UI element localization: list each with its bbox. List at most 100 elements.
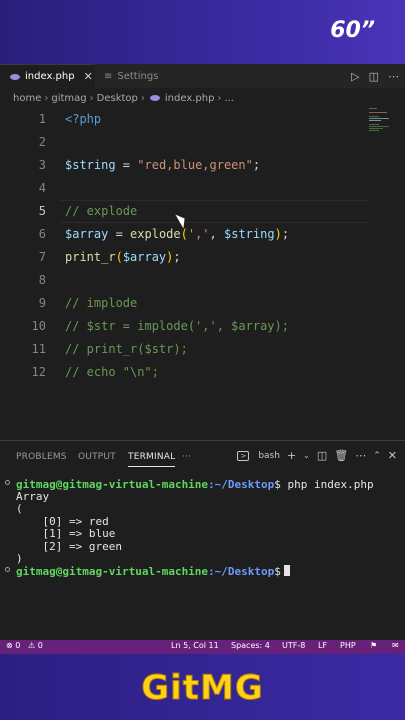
- code-token: $string: [65, 158, 116, 172]
- tab-output[interactable]: OUTPUT: [78, 452, 116, 462]
- more-actions-icon[interactable]: ⋯: [355, 449, 366, 462]
- code-token: ;: [281, 227, 290, 241]
- notifications-icon[interactable]: ✉: [392, 641, 399, 650]
- tab-label: index.php: [25, 71, 75, 82]
- code-line: 7 print_r($array);: [0, 246, 405, 269]
- tab-label: Settings: [117, 70, 159, 82]
- code-editor[interactable]: 1 <?php 2 3 $string = "red,blue,green"; …: [0, 108, 405, 440]
- terminal-icon[interactable]: >: [237, 450, 250, 461]
- line-number: 4: [38, 181, 46, 195]
- code-token: =: [115, 158, 138, 172]
- feedback-icon[interactable]: ⚑: [370, 641, 377, 650]
- code-token: ,: [209, 227, 224, 241]
- tab-problems[interactable]: PROBLEMS: [16, 452, 67, 462]
- editor-tab-bar: index.php ✕ ≡ Settings ▷ ◫ ⋯: [0, 64, 405, 88]
- language-mode[interactable]: PHP: [340, 641, 356, 650]
- tab-index-php[interactable]: index.php ✕: [0, 64, 95, 88]
- code-text: // print_r($str);: [65, 338, 188, 361]
- trash-icon[interactable]: 🗑: [334, 449, 348, 462]
- code-token: <?php: [65, 112, 102, 126]
- command-decoration: [5, 480, 10, 485]
- terminal-line: gitmag@gitmag-virtual-machine:~/Desktop$: [16, 565, 290, 578]
- code-token: $array: [122, 250, 167, 264]
- code-token: ',': [187, 227, 210, 241]
- cursor-position[interactable]: Ln 5, Col 11: [171, 641, 219, 650]
- encoding[interactable]: UTF-8: [282, 641, 305, 650]
- code-token: // echo "\n";: [65, 365, 159, 379]
- errors-indicator[interactable]: ⊗ 0: [6, 641, 20, 650]
- line-number: 9: [38, 296, 46, 310]
- code-token: (: [115, 250, 123, 264]
- code-line: 2: [0, 131, 405, 154]
- indentation[interactable]: Spaces: 4: [231, 641, 270, 650]
- split-terminal-icon[interactable]: ◫: [317, 449, 327, 462]
- code-line-current: 5 // explode: [0, 200, 405, 223]
- breadcrumb-item[interactable]: Desktop: [97, 93, 138, 104]
- tab-settings[interactable]: ≡ Settings: [96, 64, 166, 88]
- terminal-cursor: [283, 565, 290, 576]
- breadcrumb-item[interactable]: gitmag: [51, 93, 86, 104]
- prompt-symbol: $: [274, 478, 281, 491]
- run-debug-icon[interactable]: ▷: [351, 70, 359, 83]
- code-token: $array: [65, 227, 109, 241]
- close-panel-icon[interactable]: ✕: [388, 449, 397, 462]
- code-line: 6 $array = explode(',', $string);: [0, 223, 405, 246]
- line-ending[interactable]: LF: [318, 641, 327, 650]
- code-token: =: [108, 227, 131, 241]
- terminal-line: (: [16, 502, 23, 515]
- split-editor-icon[interactable]: ◫: [369, 70, 379, 83]
- breadcrumb-item[interactable]: ...: [224, 93, 234, 104]
- more-tabs-icon[interactable]: ···: [182, 452, 191, 462]
- line-number: 2: [38, 135, 46, 149]
- prompt-path: :~/Desktop: [208, 565, 275, 578]
- code-line: 3 $string = "red,blue,green";: [0, 154, 405, 177]
- line-number: 10: [31, 319, 46, 333]
- code-text: // implode: [65, 292, 137, 315]
- terminal-output[interactable]: gitmag@gitmag-virtual-machine:~/Desktop$…: [0, 475, 405, 640]
- code-line: 12 // echo "\n";: [0, 361, 405, 384]
- panel-tab-bar: PROBLEMS OUTPUT TERMINAL ··· > bash + ⌄ …: [0, 441, 405, 475]
- code-token: // $str = implode(',', $array);: [65, 319, 289, 333]
- php-file-icon: [10, 73, 20, 80]
- top-banner: 60”: [0, 0, 405, 64]
- code-token: // explode: [65, 204, 138, 218]
- code-text: print_r($array);: [65, 246, 181, 269]
- code-line: 9 // implode: [0, 292, 405, 315]
- duration-badge: 60”: [330, 18, 375, 43]
- code-line: 10 // $str = implode(',', $array);: [0, 315, 405, 338]
- warnings-indicator[interactable]: ⚠ 0: [28, 641, 43, 650]
- line-number: 6: [38, 227, 46, 241]
- more-actions-icon[interactable]: ⋯: [388, 70, 399, 83]
- code-token: "red,blue,green": [137, 158, 253, 172]
- terminal-line: ): [16, 552, 23, 565]
- code-token: print_r: [65, 250, 116, 264]
- breadcrumb-item[interactable]: home: [13, 93, 41, 104]
- add-terminal-icon[interactable]: +: [287, 449, 296, 462]
- tab-terminal[interactable]: TERMINAL: [128, 452, 176, 467]
- line-number: 3: [38, 158, 46, 172]
- line-number: 7: [38, 250, 46, 264]
- chevron-down-icon[interactable]: ⌄: [303, 451, 310, 460]
- chevron-right-icon: ›: [89, 92, 94, 104]
- code-token: (: [180, 227, 188, 241]
- panel-actions: > bash + ⌄ ◫ 🗑 ⋯ ⌃ ✕: [237, 449, 397, 462]
- terminal-line: gitmag@gitmag-virtual-machine:~/Desktop$…: [16, 479, 374, 491]
- terminal-line: [1] => blue: [16, 527, 116, 540]
- code-token: $string: [224, 227, 275, 241]
- breadcrumb-item[interactable]: index.php: [165, 93, 215, 104]
- shell-label[interactable]: bash: [258, 451, 280, 461]
- prompt-user: gitmag@gitmag-virtual-machine: [16, 565, 209, 578]
- chevron-right-icon: ›: [140, 92, 145, 104]
- bottom-banner: GitMG: [0, 654, 405, 720]
- php-file-icon: [149, 95, 160, 101]
- code-line: 11 // print_r($str);: [0, 338, 405, 361]
- chevron-up-icon[interactable]: ⌃: [373, 451, 381, 461]
- settings-icon: ≡: [104, 70, 113, 82]
- status-bar: ⊗ 0 ⚠ 0 Ln 5, Col 11 Spaces: 4 UTF-8 LF …: [0, 640, 405, 654]
- terminal-line: [2] => green: [16, 540, 122, 553]
- command-decoration: [5, 567, 10, 572]
- close-icon[interactable]: ✕: [84, 70, 93, 83]
- code-text: // explode: [65, 200, 137, 223]
- chevron-right-icon: ›: [217, 92, 222, 104]
- code-token: ;: [173, 250, 181, 264]
